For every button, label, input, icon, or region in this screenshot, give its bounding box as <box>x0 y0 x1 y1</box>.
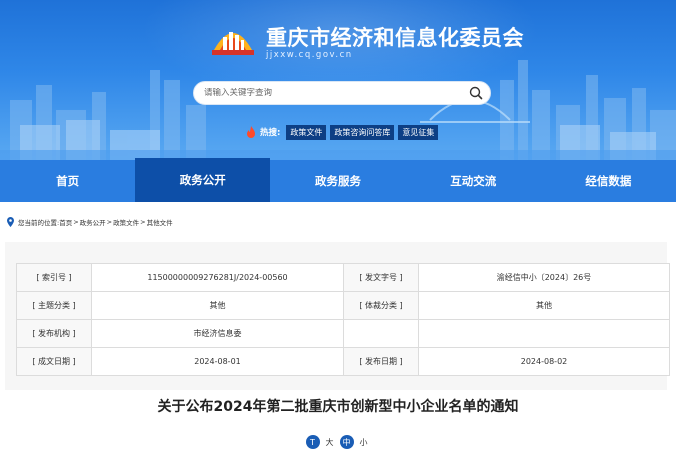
breadcrumb-separator: > <box>73 218 79 226</box>
document-title: 关于公布2024年第二批重庆市创新型中小企业名单的通知 <box>157 399 519 415</box>
breadcrumb: 您当前的位置: 首页 > 政务公开 > 政策文件 > 其他文件 <box>6 216 173 228</box>
hot-tag-policy-docs[interactable]: 政策文件 <box>286 124 327 140</box>
genre-category-label: [ 体裁分类 ] <box>343 291 419 320</box>
publisher-value: 市经济信息委 <box>91 319 344 348</box>
font-size-small-button[interactable]: 小 <box>357 435 371 449</box>
document-info-table: [ 索引号 ] 11500000009276281J/2024-00560 [ … <box>16 263 670 376</box>
table-row: [ 索引号 ] 11500000009276281J/2024-00560 [ … <box>16 263 670 292</box>
breadcrumb-prefix: 您当前的位置: <box>18 219 60 227</box>
empty-cell <box>343 319 419 348</box>
font-size-medium-button[interactable]: 中 <box>339 435 354 449</box>
index-number-label: [ 索引号 ] <box>16 263 92 292</box>
location-pin-icon <box>7 217 14 227</box>
subject-category-value: 其他 <box>91 291 344 320</box>
table-row: [ 主题分类 ] 其他 [ 体裁分类 ] 其他 <box>16 291 670 320</box>
font-size-large-button[interactable]: 大 <box>323 435 337 449</box>
written-date-label: [ 成文日期 ] <box>16 347 92 376</box>
breadcrumb-home[interactable]: 首页 <box>59 217 72 227</box>
header-banner: 重庆市经济和信息化委员会 jjxxw.cq.gov.cn 热搜: 政策文件 政策… <box>0 0 676 160</box>
site-domain: jjxxw.cq.gov.cn <box>266 50 353 60</box>
search-box <box>193 81 491 105</box>
document-number-value: 渝经信中小〔2024〕26号 <box>418 263 670 292</box>
publish-date-label: [ 发布日期 ] <box>343 347 419 376</box>
hot-search-row: 热搜: 政策文件 政策咨询问答库 意见征集 <box>246 124 439 140</box>
breadcrumb-separator: > <box>140 218 146 226</box>
index-number-value: 11500000009276281J/2024-00560 <box>91 263 344 292</box>
site-title[interactable]: 重庆市经济和信息化委员会 <box>266 22 524 52</box>
city-skyline-illustration <box>0 60 676 160</box>
nav-item-interaction[interactable]: 互动交流 <box>406 160 541 202</box>
nav-item-economic-data[interactable]: 经信数据 <box>541 160 676 202</box>
table-row: [ 成文日期 ] 2024-08-01 [ 发布日期 ] 2024-08-02 <box>16 347 670 376</box>
table-row: [ 发布机构 ] 市经济信息委 <box>16 319 670 348</box>
breadcrumb-separator: > <box>106 218 113 226</box>
breadcrumb-policy-docs[interactable]: 政策文件 <box>113 217 139 227</box>
hot-search-label: 热搜: <box>260 128 281 138</box>
nav-item-government-services[interactable]: 政务服务 <box>270 160 405 202</box>
hot-tag-policy-qa[interactable]: 政策咨询问答库 <box>330 124 395 140</box>
search-icon[interactable] <box>466 83 486 103</box>
subject-category-label: [ 主题分类 ] <box>16 291 92 320</box>
publish-date-value: 2024-08-02 <box>418 347 670 376</box>
search-input[interactable] <box>204 88 466 98</box>
nav-item-government-affairs-open[interactable]: 政务公开 <box>135 158 271 202</box>
fire-icon <box>247 126 255 138</box>
main-nav: 首页 政务公开 政务服务 互动交流 经信数据 <box>0 158 676 202</box>
breadcrumb-government-affairs-open[interactable]: 政务公开 <box>80 217 106 227</box>
written-date-value: 2024-08-01 <box>91 347 344 376</box>
font-size-controls: T 大 中 小 <box>0 435 676 449</box>
publisher-label: [ 发布机构 ] <box>16 319 92 348</box>
breadcrumb-other-docs[interactable]: 其他文件 <box>147 217 173 227</box>
hot-tag-opinion-collection[interactable]: 意见征集 <box>398 124 439 140</box>
nav-item-home[interactable]: 首页 <box>0 160 135 202</box>
empty-cell <box>418 319 670 348</box>
logo-emblem-icon <box>212 32 254 55</box>
site-logo[interactable] <box>210 20 256 58</box>
font-size-icon: T <box>305 435 320 449</box>
document-number-label: [ 发文字号 ] <box>343 263 419 292</box>
genre-category-value: 其他 <box>418 291 670 320</box>
